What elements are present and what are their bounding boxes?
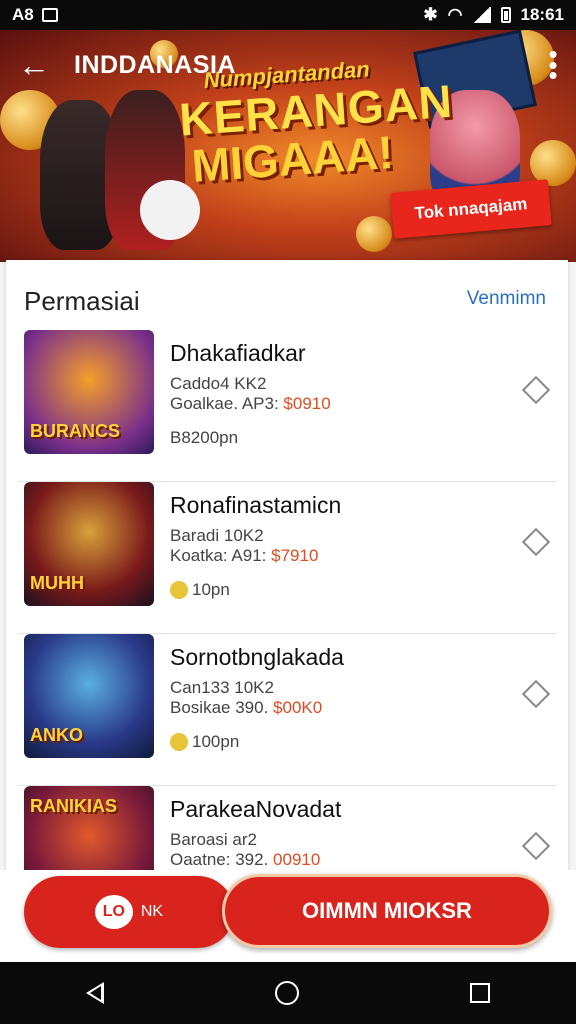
- game-price-line: Koatka: A91: $7910: [170, 546, 318, 566]
- price-label: Koatka: A91:: [170, 546, 267, 565]
- view-all-link[interactable]: Venmimn: [467, 288, 546, 310]
- game-thumbnail: MUHH: [24, 482, 154, 606]
- status-left: A8: [12, 5, 58, 25]
- game-meta: Caddo4 KK2: [170, 374, 267, 393]
- game-price-line: Oaatne: 392. 00910: [170, 850, 320, 870]
- status-bar: A8 ✱ ◠ 18:61: [0, 0, 576, 30]
- status-right: ✱ ◠ 18:61: [423, 5, 564, 25]
- primary-action-button[interactable]: OIMMN MIOKSR: [222, 874, 552, 948]
- chat-button[interactable]: LO NK: [24, 876, 234, 948]
- game-name: Ronafinastamicn: [170, 492, 342, 518]
- game-thumbnail: BURANCS: [24, 330, 154, 454]
- battery-icon: [500, 7, 511, 23]
- content-panel: Permasiai Venmimn BURANCS Dhakafiadkar C…: [6, 260, 568, 910]
- diamond-icon[interactable]: [521, 831, 551, 861]
- duration-text: B8200pn: [170, 428, 239, 447]
- thumbnail-title: RANIKIAS: [30, 796, 118, 816]
- nav-home-icon[interactable]: [274, 981, 299, 1005]
- game-price-line: Goalkae. AP3: $0910: [170, 394, 331, 414]
- coin-icon: [170, 581, 188, 599]
- game-duration: 100pn: [170, 732, 239, 752]
- system-nav-bar: [0, 962, 576, 1024]
- chat-bubble-icon: LO: [94, 895, 133, 929]
- price-label: Bosikae 390.: [170, 698, 269, 717]
- price-value: $00K0: [273, 698, 323, 717]
- diamond-icon[interactable]: [521, 375, 551, 405]
- game-name: ParakeaNovadat: [170, 796, 342, 822]
- diamond-icon[interactable]: [521, 679, 551, 709]
- thumbnail-title: BURANCS: [30, 421, 120, 441]
- app-toolbar: ← INDDANASIA • • •: [0, 30, 576, 100]
- back-arrow-icon[interactable]: ←: [18, 47, 58, 84]
- price-value: $0910: [283, 394, 331, 413]
- game-price-line: Bosikae 390. $00K0: [170, 698, 322, 718]
- nav-back-icon[interactable]: [85, 982, 104, 1004]
- list-item[interactable]: BURANCS Dhakafiadkar Caddo4 KK2 Goalkae.…: [18, 330, 556, 482]
- wifi-icon: ◠: [447, 5, 463, 24]
- price-label: Goalkae. AP3:: [170, 394, 279, 413]
- game-meta: Can133 10K2: [170, 678, 274, 697]
- diamond-icon[interactable]: [521, 527, 551, 557]
- list-item[interactable]: ANKO Sornotbnglakada Can133 10K2 Bosikae…: [18, 634, 556, 786]
- coin-icon: [170, 733, 188, 751]
- game-meta: Baroasi ar2: [170, 830, 257, 849]
- price-value: $7910: [271, 546, 319, 565]
- section-title: Permasiai: [24, 286, 140, 316]
- thumbnail-title: ANKO: [30, 725, 83, 745]
- notification-icon: [41, 8, 58, 22]
- app-title: INDDANASIA: [74, 50, 236, 79]
- price-label: Oaatne: 392.: [170, 850, 269, 869]
- coin-decoration: [356, 216, 392, 252]
- more-options-icon[interactable]: • • •: [548, 41, 558, 88]
- game-meta: Baradi 10K2: [170, 526, 264, 545]
- game-thumbnail: ANKO: [24, 634, 154, 758]
- game-name: Dhakafiadkar: [170, 340, 306, 366]
- signal-icon: [472, 7, 491, 23]
- nav-recents-icon[interactable]: [470, 983, 491, 1003]
- game-duration: 10pn: [170, 580, 230, 600]
- status-left-text: A8: [12, 5, 34, 24]
- game-name: Sornotbnglakada: [170, 644, 344, 670]
- status-time: 18:61: [520, 5, 564, 24]
- game-list: BURANCS Dhakafiadkar Caddo4 KK2 Goalkae.…: [6, 330, 568, 938]
- chat-button-label: NK: [140, 903, 164, 920]
- bluetooth-icon: ✱: [423, 5, 438, 24]
- duration-text: 10pn: [192, 580, 230, 599]
- app-screen: A8 ✱ ◠ 18:61 ← INDDANASIA • • • Numpjantan…: [0, 0, 576, 1024]
- thumbnail-title: MUHH: [30, 573, 84, 593]
- price-value: 00910: [273, 850, 321, 869]
- duration-text: 100pn: [192, 732, 240, 751]
- list-item[interactable]: MUHH Ronafinastamicn Baradi 10K2 Koatka:…: [18, 482, 556, 634]
- game-duration: B8200pn: [170, 428, 238, 448]
